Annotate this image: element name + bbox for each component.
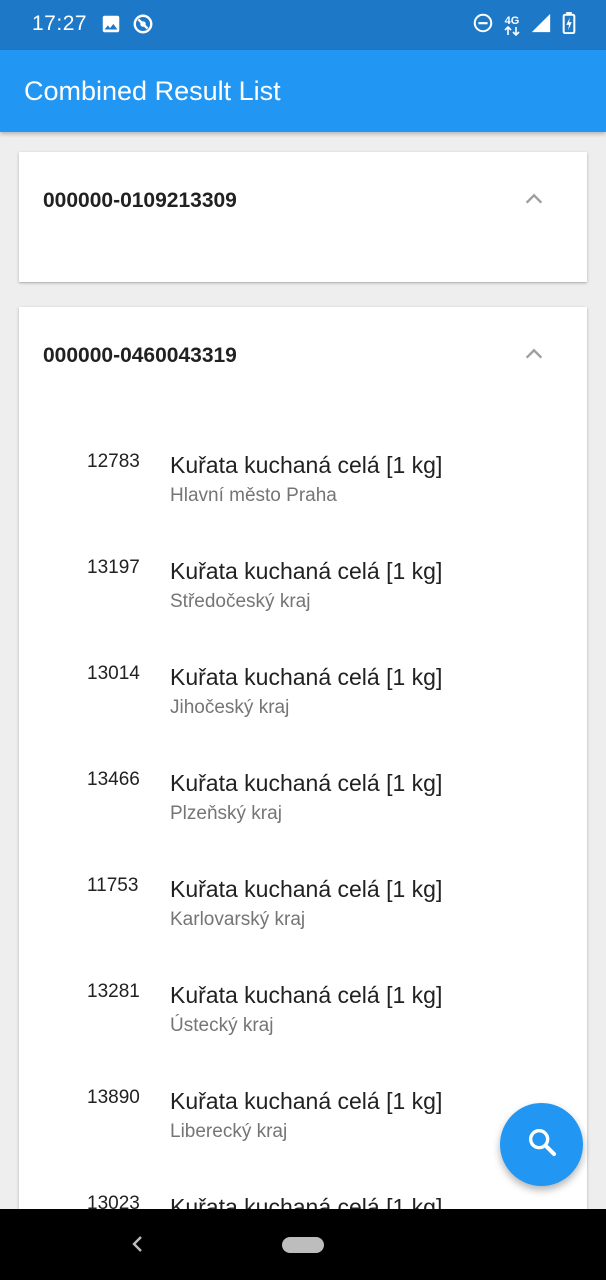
image-icon bbox=[100, 13, 122, 40]
item-code: 13466 bbox=[87, 769, 140, 790]
list-item[interactable]: 12783 Kuřata kuchaná celá [1 kg] Hlavní … bbox=[19, 450, 587, 556]
chevron-up-icon[interactable] bbox=[523, 188, 545, 210]
system-nav-bar bbox=[0, 1209, 606, 1280]
status-bar: 17:27 4G bbox=[0, 0, 606, 50]
network-4g-label: 4G bbox=[504, 14, 520, 27]
back-icon[interactable] bbox=[128, 1233, 146, 1260]
battery-icon bbox=[562, 12, 576, 39]
status-notification-icons bbox=[100, 13, 154, 40]
search-fab-button[interactable] bbox=[500, 1103, 583, 1186]
card-title: 000000-0460043319 bbox=[43, 344, 237, 367]
list-item[interactable]: 13281 Kuřata kuchaná celá [1 kg] Ústecký… bbox=[19, 980, 587, 1086]
chevron-up-icon[interactable] bbox=[523, 343, 545, 365]
list-item[interactable]: 13014 Kuřata kuchaná celá [1 kg] Jihočes… bbox=[19, 662, 587, 768]
list-item[interactable]: 13466 Kuřata kuchaná celá [1 kg] Plzeňsk… bbox=[19, 768, 587, 874]
item-code: 13014 bbox=[87, 663, 140, 684]
item-title: Kuřata kuchaná celá [1 kg] bbox=[170, 1088, 443, 1114]
item-code: 13890 bbox=[87, 1087, 140, 1108]
item-code: 13197 bbox=[87, 557, 140, 578]
list-item[interactable]: 13197 Kuřata kuchaná celá [1 kg] Středoč… bbox=[19, 556, 587, 662]
item-code: 11753 bbox=[87, 875, 139, 896]
item-region: Ústecký kraj bbox=[170, 1015, 274, 1036]
sync-icon bbox=[132, 13, 154, 40]
item-title: Kuřata kuchaná celá [1 kg] bbox=[170, 982, 443, 1008]
card-header[interactable]: 000000-0109213309 bbox=[19, 152, 587, 248]
item-title: Kuřata kuchaná celá [1 kg] bbox=[170, 558, 443, 584]
page-title: Combined Result List bbox=[24, 76, 281, 106]
app-bar: Combined Result List bbox=[0, 50, 606, 132]
item-title: Kuřata kuchaná celá [1 kg] bbox=[170, 876, 443, 902]
item-region: Středočeský kraj bbox=[170, 591, 311, 612]
network-4g-icon: 4G bbox=[504, 14, 520, 36]
item-code: 12783 bbox=[87, 451, 140, 472]
signal-icon bbox=[530, 12, 552, 39]
item-title: Kuřata kuchaná celá [1 kg] bbox=[170, 664, 443, 690]
item-title: Kuřata kuchaná celá [1 kg] bbox=[170, 770, 443, 796]
list-item[interactable]: 11753 Kuřata kuchaná celá [1 kg] Karlova… bbox=[19, 874, 587, 980]
status-system-icons: 4G bbox=[472, 12, 576, 39]
status-time: 17:27 bbox=[32, 12, 88, 35]
item-title: Kuřata kuchaná celá [1 kg] bbox=[170, 452, 443, 478]
card-title: 000000-0109213309 bbox=[43, 189, 237, 212]
search-icon bbox=[525, 1125, 559, 1164]
do-not-disturb-icon bbox=[472, 12, 494, 39]
app-screen: 17:27 4G Combined Result List 000000-010… bbox=[0, 0, 606, 1280]
item-region: Jihočeský kraj bbox=[170, 697, 290, 718]
item-region: Karlovarský kraj bbox=[170, 909, 306, 930]
item-region: Hlavní město Praha bbox=[170, 485, 337, 506]
item-region: Plzeňský kraj bbox=[170, 803, 282, 824]
home-pill-icon[interactable] bbox=[282, 1237, 324, 1253]
item-region: Liberecký kraj bbox=[170, 1121, 288, 1142]
result-card: 000000-0109213309 bbox=[19, 152, 587, 282]
card-header[interactable]: 000000-0460043319 bbox=[19, 307, 587, 403]
result-card: 000000-0460043319 12783 Kuřata kuchaná c… bbox=[19, 307, 587, 1267]
item-code: 13281 bbox=[87, 981, 140, 1002]
